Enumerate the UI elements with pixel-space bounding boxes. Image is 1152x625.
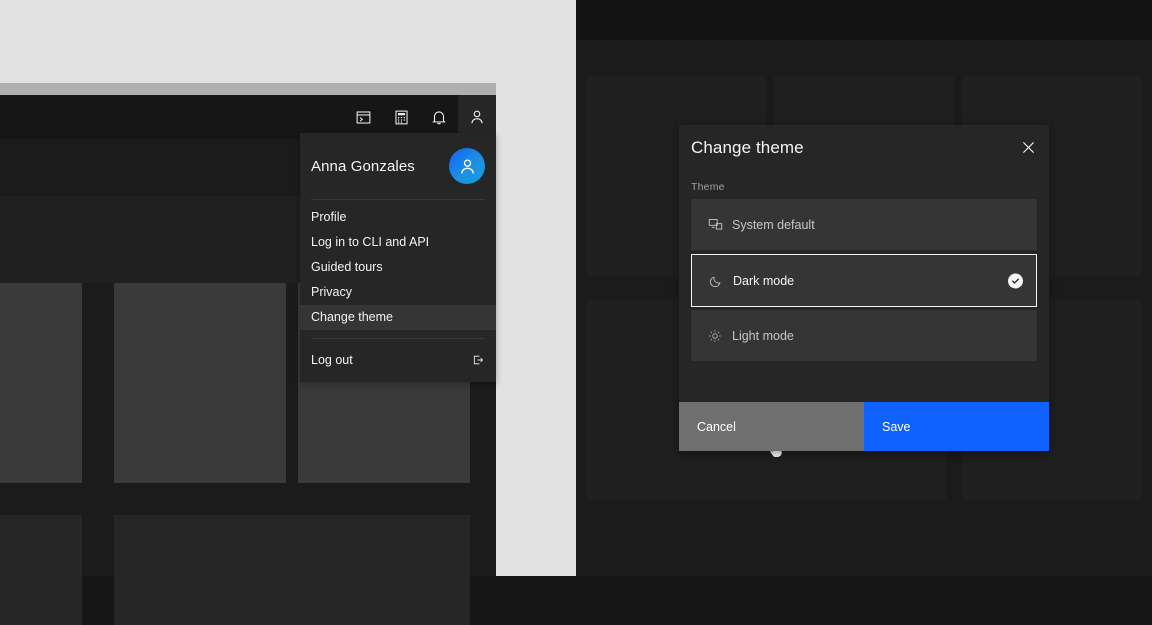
profile-menu: Anna Gonzales Profile Log in to CLI and … <box>300 133 496 382</box>
profile-menu-list: Profile Log in to CLI and API Guided tou… <box>300 200 496 330</box>
menu-item-label: Guided tours <box>311 261 383 274</box>
theme-option-label: Light mode <box>732 329 794 343</box>
menu-item-label: Change theme <box>311 311 393 324</box>
user-name-label: Anna Gonzales <box>311 158 415 175</box>
menu-item-profile[interactable]: Profile <box>300 205 496 230</box>
avatar[interactable] <box>449 148 485 184</box>
menu-item-change-theme[interactable]: Change theme <box>300 305 496 330</box>
theme-option-dark-mode[interactable]: Dark mode <box>691 254 1037 307</box>
content-card <box>0 515 82 625</box>
logout-icon <box>471 353 485 367</box>
save-button-label: Save <box>882 420 911 434</box>
checkmark-icon <box>1008 273 1023 288</box>
menu-item-log-out[interactable]: Log out <box>300 345 496 375</box>
sun-icon <box>707 328 723 344</box>
system-display-icon <box>707 217 723 233</box>
window-title-bar <box>0 83 496 95</box>
menu-item-label: Log out <box>311 354 353 367</box>
content-card <box>114 515 470 625</box>
close-icon[interactable] <box>1011 130 1045 164</box>
menu-item-label: Profile <box>311 211 346 224</box>
change-theme-modal: Change theme Theme System default <box>679 125 1049 451</box>
cancel-button-label: Cancel <box>697 420 736 434</box>
save-button[interactable]: Save <box>864 402 1049 451</box>
menu-item-login-cli-api[interactable]: Log in to CLI and API <box>300 230 496 255</box>
theme-option-light-mode[interactable]: Light mode <box>691 310 1037 361</box>
content-card <box>114 283 286 483</box>
modal-body: Theme System default Dark mode <box>691 181 1037 365</box>
right-app-topbar <box>576 0 1152 40</box>
cancel-button[interactable]: Cancel <box>679 402 864 451</box>
menu-item-privacy[interactable]: Privacy <box>300 280 496 305</box>
theme-option-system-default[interactable]: System default <box>691 199 1037 250</box>
menu-item-label: Log in to CLI and API <box>311 236 429 249</box>
theme-option-label: System default <box>732 218 815 232</box>
modal-title: Change theme <box>691 138 804 158</box>
theme-field-label: Theme <box>691 181 1037 193</box>
theme-option-label: Dark mode <box>733 274 794 288</box>
content-card <box>0 283 82 483</box>
modal-footer: Cancel Save <box>679 402 1049 451</box>
profile-menu-header: Anna Gonzales <box>300 133 496 199</box>
moon-icon <box>708 273 724 289</box>
menu-item-guided-tours[interactable]: Guided tours <box>300 255 496 280</box>
menu-item-label: Privacy <box>311 286 352 299</box>
profile-menu-footer: Log out <box>300 339 496 375</box>
